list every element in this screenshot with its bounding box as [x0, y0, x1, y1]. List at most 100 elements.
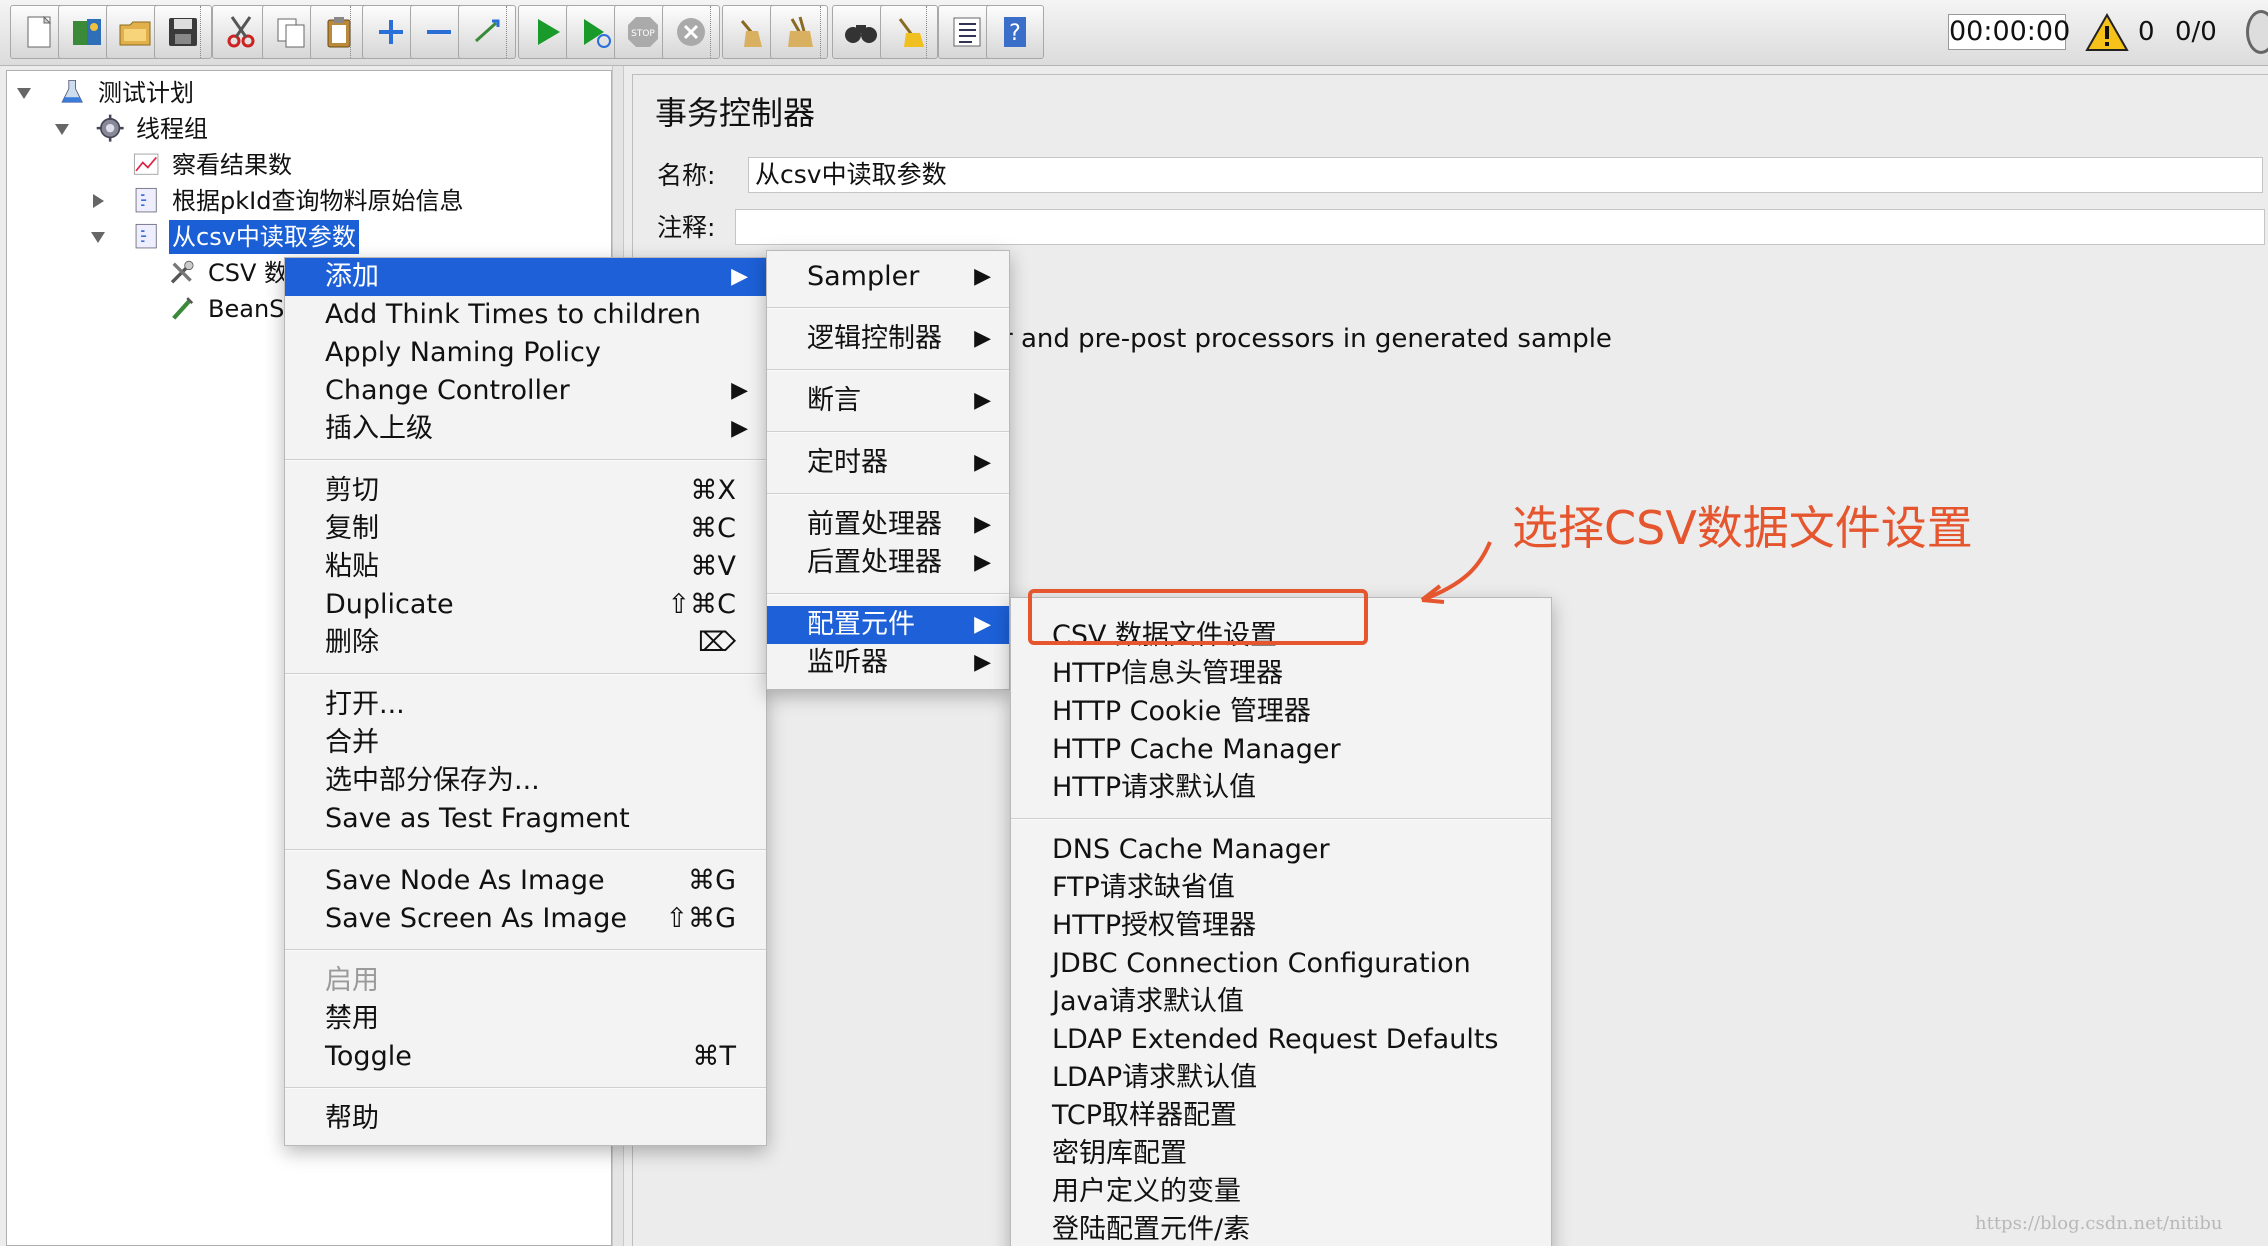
- context-menu-item[interactable]: 插入上级 ▶: [285, 410, 766, 448]
- context-menu-item[interactable]: Save Node As Image ⌘G: [285, 862, 766, 900]
- beanshell-icon: [167, 293, 199, 325]
- warning-icon[interactable]: [2085, 12, 2129, 52]
- add-submenu-item[interactable]: 监听器 ▶: [767, 644, 1009, 682]
- config-submenu-item[interactable]: DNS Cache Manager: [1011, 831, 1551, 869]
- reset-search-button[interactable]: [880, 5, 938, 59]
- tree-collapse-toggle[interactable]: [15, 84, 33, 102]
- context-menu-item-label: 粘贴: [325, 551, 379, 582]
- paste-button[interactable]: [310, 5, 368, 59]
- tree-node[interactable]: 根据pkId查询物料原始信息: [131, 183, 466, 219]
- toolbar-separator: [200, 6, 202, 58]
- tree-collapse-toggle[interactable]: [89, 228, 107, 246]
- toolbar-separator: [710, 6, 712, 58]
- add-submenu-item[interactable]: 前置处理器 ▶: [767, 506, 1009, 544]
- add-submenu-item[interactable]: 逻辑控制器 ▶: [767, 320, 1009, 358]
- toolbar-separator: [820, 6, 822, 58]
- config-submenu-item[interactable]: JDBC Connection Configuration: [1011, 945, 1551, 983]
- context-menu-item-label: Save Node As Image: [325, 865, 605, 896]
- context-menu-item-label: Toggle: [325, 1041, 412, 1072]
- context-menu-item[interactable]: Apply Naming Policy: [285, 334, 766, 372]
- watermark: https://blog.csdn.net/nitibu: [1975, 1213, 2223, 1234]
- add-submenu-item[interactable]: Sampler ▶: [767, 258, 1009, 296]
- context-menu-item[interactable]: Change Controller ▶: [285, 372, 766, 410]
- thread-group-icon: [95, 113, 127, 145]
- menu-shortcut: ⇧⌘G: [665, 903, 736, 934]
- tree-expand-toggle[interactable]: [89, 192, 107, 210]
- tree-collapse-toggle[interactable]: [53, 120, 71, 138]
- context-menu-item[interactable]: Add Think Times to children: [285, 296, 766, 334]
- context-menu-item[interactable]: 添加 ▶: [285, 258, 766, 296]
- context-menu-item[interactable]: Save Screen As Image ⇧⌘G: [285, 900, 766, 938]
- context-menu-item: 启用: [285, 962, 766, 1000]
- context-menu-item[interactable]: 粘贴 ⌘V: [285, 548, 766, 586]
- tree-node[interactable]: BeanSl: [167, 291, 294, 327]
- config-submenu-item-label: Java请求默认值: [1052, 986, 1245, 1017]
- config-submenu-item[interactable]: HTTP授权管理器: [1011, 907, 1551, 945]
- add-submenu-item[interactable]: 配置元件 ▶: [767, 606, 1009, 644]
- search-icon: [842, 13, 880, 51]
- context-menu-item[interactable]: 帮助: [285, 1100, 766, 1138]
- config-submenu-item[interactable]: HTTP Cache Manager: [1011, 731, 1551, 769]
- config-submenu-item[interactable]: 密钥库配置: [1011, 1135, 1551, 1173]
- add-submenu-item[interactable]: 后置处理器 ▶: [767, 544, 1009, 582]
- config-submenu-item[interactable]: 登陆配置元件/素: [1011, 1211, 1551, 1246]
- config-submenu-item-label: 密钥库配置: [1052, 1138, 1187, 1169]
- tree-node[interactable]: CSV 数: [167, 255, 291, 291]
- context-menu-item[interactable]: 复制 ⌘C: [285, 510, 766, 548]
- add-submenu-item[interactable]: 定时器 ▶: [767, 444, 1009, 482]
- context-menu-item-label: 打开...: [325, 689, 405, 720]
- generate-parent-sample-option[interactable]: r and pre-post processors in generated s…: [1002, 320, 1612, 358]
- config-submenu-item[interactable]: HTTP信息头管理器: [1011, 655, 1551, 693]
- context-menu-item-label: 帮助: [325, 1103, 379, 1134]
- context-menu-item[interactable]: 禁用: [285, 1000, 766, 1038]
- comment-field[interactable]: [735, 209, 2265, 245]
- context-menu-item[interactable]: Toggle ⌘T: [285, 1038, 766, 1076]
- tree-node[interactable]: 察看结果数: [131, 147, 295, 183]
- context-menu-item[interactable]: 删除 ⌦: [285, 624, 766, 662]
- submenu-arrow-icon: ▶: [974, 512, 991, 537]
- result-tree-icon: [131, 149, 163, 181]
- copy-icon: [272, 13, 310, 51]
- config-submenu-item[interactable]: Java请求默认值: [1011, 983, 1551, 1021]
- function-helper-icon: [948, 13, 986, 51]
- context-menu-item[interactable]: 合并: [285, 724, 766, 762]
- submenu-arrow-icon: ▶: [974, 264, 991, 289]
- tree-node[interactable]: 线程组: [95, 111, 211, 147]
- annotation-text: 选择CSV数据文件设置: [1512, 501, 1973, 555]
- context-menu-item[interactable]: 选中部分保存为...: [285, 762, 766, 800]
- context-menu-item[interactable]: Save as Test Fragment: [285, 800, 766, 838]
- context-menu-item-label: Add Think Times to children: [325, 299, 702, 330]
- config-submenu-item[interactable]: 用户定义的变量: [1011, 1173, 1551, 1211]
- tree-node[interactable]: 从csv中读取参数: [131, 219, 359, 255]
- config-submenu-item[interactable]: LDAP Extended Request Defaults: [1011, 1021, 1551, 1059]
- tree-node[interactable]: 测试计划: [57, 75, 197, 111]
- config-submenu-item[interactable]: TCP取样器配置: [1011, 1097, 1551, 1135]
- context-menu-item[interactable]: Duplicate ⇧⌘C: [285, 586, 766, 624]
- config-submenu-item[interactable]: LDAP请求默认值: [1011, 1059, 1551, 1097]
- clear-icon: [732, 13, 770, 51]
- open-icon: [116, 13, 154, 51]
- name-field[interactable]: 从csv中读取参数: [748, 157, 2263, 193]
- context-menu-item-label: 启用: [325, 965, 379, 996]
- add-submenu-item[interactable]: 断言 ▶: [767, 382, 1009, 420]
- context-menu-item-label: 剪切: [325, 475, 379, 506]
- context-menu-item[interactable]: 剪切 ⌘X: [285, 472, 766, 510]
- config-submenu-item-label: HTTP请求默认值: [1052, 772, 1257, 803]
- config-submenu-item[interactable]: HTTP Cookie 管理器: [1011, 693, 1551, 731]
- save-icon: [164, 13, 202, 51]
- add-submenu-item-label: Sampler: [807, 261, 920, 292]
- menu-shortcut: ⇧⌘C: [667, 589, 736, 620]
- save-button[interactable]: [154, 5, 212, 59]
- context-menu-item[interactable]: 打开...: [285, 686, 766, 724]
- add-submenu-item-label: 后置处理器: [807, 547, 942, 578]
- config-submenu-item[interactable]: FTP请求缺省值: [1011, 869, 1551, 907]
- add-submenu-item-label: 逻辑控制器: [807, 323, 942, 354]
- elapsed-timer: 00:00:00: [1948, 14, 2070, 50]
- add-submenu-item-label: 配置元件: [807, 609, 915, 640]
- menu-shortcut: ⌘V: [690, 551, 736, 582]
- config-submenu-item[interactable]: HTTP请求默认值: [1011, 769, 1551, 807]
- menu-separator: [767, 369, 1009, 371]
- menu-separator: [1011, 818, 1551, 820]
- help-button[interactable]: ?: [986, 5, 1044, 59]
- config-submenu-item-label: HTTP Cache Manager: [1052, 734, 1341, 765]
